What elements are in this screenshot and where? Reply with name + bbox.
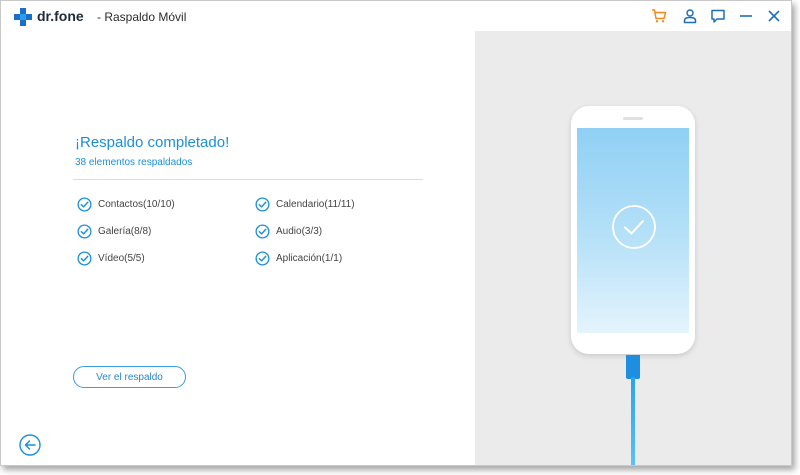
backup-item-gallery: Galería(8/8) <box>77 223 151 239</box>
close-button[interactable] <box>763 5 785 27</box>
phone-screen <box>577 128 689 333</box>
phone-speaker <box>623 117 643 120</box>
account-button[interactable] <box>679 5 701 27</box>
usb-cable <box>631 377 635 465</box>
window-title: - Raspaldo Móvil <box>97 10 187 24</box>
backup-item-label: Aplicación(1/1) <box>276 252 343 264</box>
backup-item-calendar: Calendario(11/11) <box>255 196 355 212</box>
back-button[interactable] <box>19 434 41 456</box>
success-check-icon <box>612 205 656 249</box>
app-window: dr.fone - Raspaldo Móvil ¡Respaldo compl… <box>0 0 792 466</box>
check-circle-icon <box>255 223 270 239</box>
backup-count: 38 elementos respaldados <box>75 157 193 168</box>
cart-icon <box>652 9 667 23</box>
backup-item-label: Audio(3/3) <box>276 225 323 237</box>
page-title: ¡Respaldo completado! <box>75 134 230 151</box>
feedback-icon <box>711 9 725 23</box>
backup-item-label: Vídeo(5/5) <box>98 252 145 264</box>
check-circle-icon <box>77 196 92 212</box>
cart-button[interactable] <box>648 5 670 27</box>
minimize-icon <box>740 15 752 17</box>
divider <box>73 179 423 180</box>
device-illustration-panel <box>475 31 791 465</box>
check-circle-icon <box>77 223 92 239</box>
user-icon <box>683 9 697 24</box>
check-circle-icon <box>255 250 270 266</box>
title-bar: dr.fone - Raspaldo Móvil <box>1 1 791 31</box>
minimize-button[interactable] <box>735 5 757 27</box>
backup-item-contacts: Contactos(10/10) <box>77 196 175 212</box>
backup-item-label: Galería(8/8) <box>98 225 152 237</box>
backup-item-video: Vídeo(5/5) <box>77 250 145 266</box>
backup-item-label: Contactos(10/10) <box>98 198 175 210</box>
brand-name: dr.fone <box>37 8 84 24</box>
close-icon <box>768 10 780 22</box>
phone-illustration <box>571 106 695 354</box>
usb-plug <box>626 355 640 379</box>
drfone-logo-icon <box>14 8 32 26</box>
backup-item-label: Calendario(11/11) <box>276 198 355 210</box>
backup-item-apps: Aplicación(1/1) <box>255 250 342 266</box>
view-backup-button[interactable]: Ver el respaldo <box>73 366 186 388</box>
check-circle-icon <box>77 250 92 266</box>
feedback-button[interactable] <box>707 5 729 27</box>
backup-item-audio: Audio(3/3) <box>255 223 322 239</box>
backup-summary-panel: ¡Respaldo completado! 38 elementos respa… <box>1 31 475 465</box>
back-arrow-icon <box>19 434 41 456</box>
check-circle-icon <box>255 196 270 212</box>
